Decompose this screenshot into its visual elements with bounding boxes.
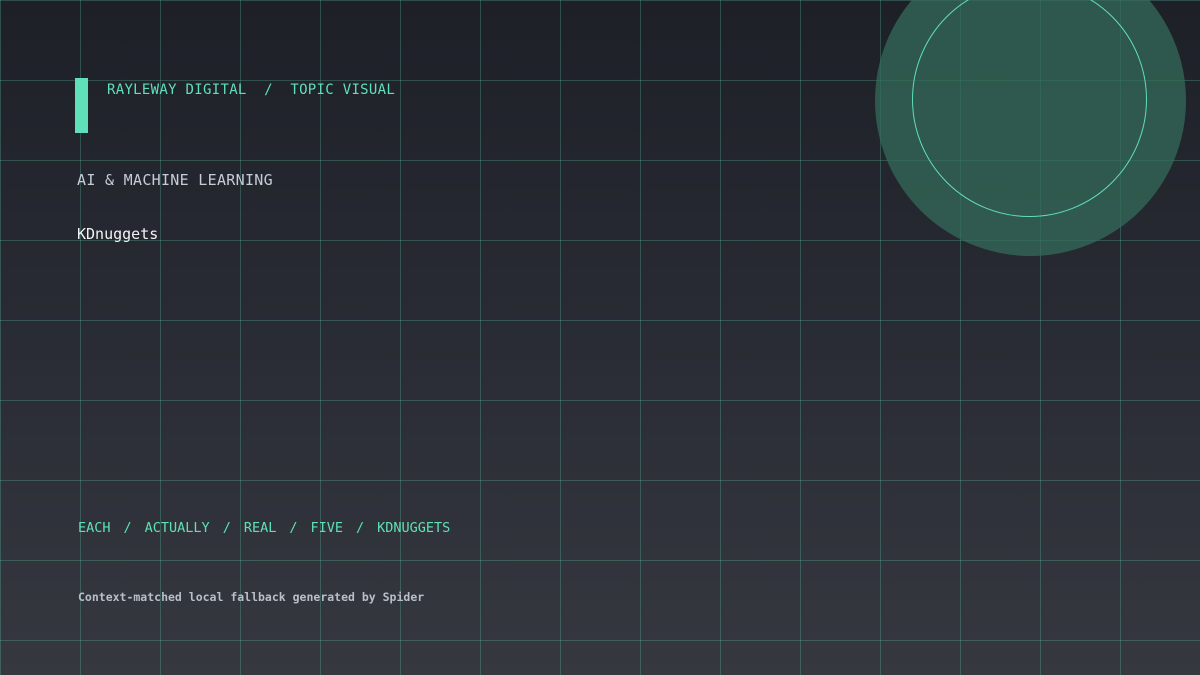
tag: FIVE <box>310 520 343 536</box>
tag: ACTUALLY <box>144 520 210 536</box>
header-line: RAYLEWAY DIGITAL / TOPIC VISUAL <box>107 82 395 98</box>
topic-title: AI & MACHINE LEARNING <box>77 171 273 189</box>
accent-bar <box>75 78 88 133</box>
header-label: TOPIC VISUAL <box>290 82 396 98</box>
tag: KDNUGGETS <box>377 520 451 536</box>
tag-separator: / <box>356 520 365 536</box>
brand-name: RAYLEWAY DIGITAL <box>107 82 247 98</box>
tag-list: EACH / ACTUALLY / REAL / FIVE / KDNUGGET… <box>78 520 450 536</box>
source-name: KDnuggets <box>77 225 159 243</box>
tag-separator: / <box>222 520 231 536</box>
tag-separator: / <box>123 520 132 536</box>
tag-separator: / <box>289 520 298 536</box>
tag: REAL <box>243 520 277 536</box>
footer-note: Context-matched local fallback generated… <box>78 590 425 604</box>
header-separator: / <box>264 82 273 98</box>
tag: EACH <box>78 520 111 536</box>
